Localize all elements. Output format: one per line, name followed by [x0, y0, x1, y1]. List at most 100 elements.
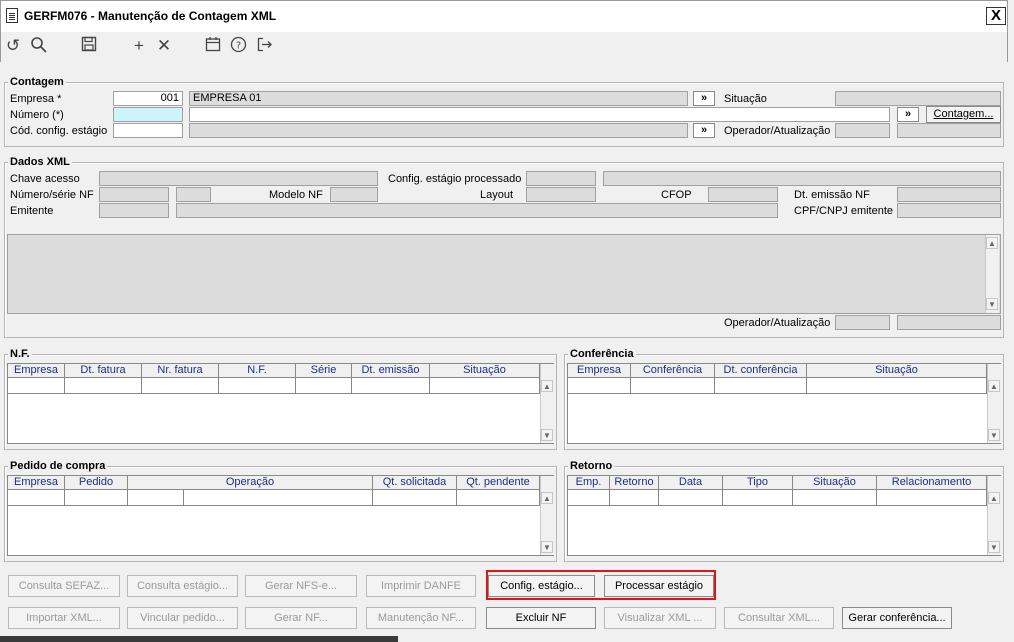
- svg-text:?: ?: [235, 41, 240, 52]
- save-icon[interactable]: [78, 36, 100, 56]
- table-cell[interactable]: [8, 378, 65, 394]
- table-cell[interactable]: [430, 378, 540, 394]
- nf-col-header[interactable]: Dt. emissão: [352, 364, 430, 378]
- cod-config-field[interactable]: [113, 123, 183, 138]
- retorno-grid[interactable]: Emp. Retorno Data Tipo Situação Relacion…: [567, 475, 1001, 556]
- retorno-col-header[interactable]: Emp.: [568, 476, 610, 490]
- importar-xml-button[interactable]: Importar XML...: [8, 607, 120, 629]
- scroll-up-icon[interactable]: ▲: [541, 492, 553, 504]
- table-cell[interactable]: [373, 490, 457, 506]
- table-cell[interactable]: [568, 490, 610, 506]
- pedido-col-header[interactable]: Qt. pendente: [457, 476, 540, 490]
- cod-config-lookup-button[interactable]: »: [693, 123, 715, 138]
- table-cell[interactable]: [184, 490, 373, 506]
- nf-col-header[interactable]: N.F.: [219, 364, 296, 378]
- table-cell[interactable]: [715, 378, 807, 394]
- table-cell[interactable]: [128, 490, 184, 506]
- table-cell[interactable]: [631, 378, 715, 394]
- table-cell[interactable]: [296, 378, 352, 394]
- table-cell[interactable]: [568, 378, 631, 394]
- search-icon[interactable]: [28, 36, 50, 56]
- retorno-col-header[interactable]: Tipo: [723, 476, 793, 490]
- manutencao-nf-button[interactable]: Manutenção NF...: [366, 607, 476, 629]
- processar-estagio-button[interactable]: Processar estágio: [604, 575, 714, 597]
- pedido-grid[interactable]: Empresa Pedido Operação Qt. solicitada Q…: [7, 475, 554, 556]
- nf-col-header[interactable]: Situação: [430, 364, 540, 378]
- scroll-down-icon[interactable]: ▼: [988, 541, 1000, 553]
- nf-col-header[interactable]: Empresa: [8, 364, 65, 378]
- scroll-down-icon[interactable]: ▼: [986, 298, 998, 310]
- emitente-code-field: [99, 203, 169, 218]
- table-cell[interactable]: [610, 490, 659, 506]
- scroll-up-icon[interactable]: ▲: [986, 237, 998, 249]
- pedido-col-header[interactable]: Pedido: [65, 476, 128, 490]
- numero-lookup-button[interactable]: »: [897, 107, 919, 122]
- scroll-down-icon[interactable]: ▼: [988, 429, 1000, 441]
- retorno-col-header[interactable]: Relacionamento: [877, 476, 987, 490]
- nf-col-header[interactable]: Nr. fatura: [142, 364, 219, 378]
- visualizar-xml-button[interactable]: Visualizar XML ...: [604, 607, 716, 629]
- exit-icon[interactable]: [253, 36, 275, 56]
- layout-label: Layout: [480, 189, 514, 201]
- numero-field[interactable]: [113, 107, 183, 122]
- help-icon[interactable]: ?: [227, 36, 249, 56]
- nf-col-header[interactable]: Dt. fatura: [65, 364, 142, 378]
- config-processado-label: Config. estágio processado: [388, 173, 522, 185]
- config-processado-desc-field: [603, 171, 1001, 186]
- vincular-pedido-button[interactable]: Vincular pedido...: [127, 607, 238, 629]
- scroll-up-icon[interactable]: ▲: [988, 380, 1000, 392]
- calendar-icon[interactable]: [202, 36, 224, 56]
- table-cell[interactable]: [457, 490, 540, 506]
- consultar-xml-button[interactable]: Consultar XML...: [724, 607, 834, 629]
- excluir-nf-button[interactable]: Excluir NF: [486, 607, 596, 629]
- conferencia-col-header[interactable]: Situação: [807, 364, 987, 378]
- table-cell[interactable]: [877, 490, 987, 506]
- conferencia-col-header[interactable]: Dt. conferência: [715, 364, 807, 378]
- config-estagio-button[interactable]: Config. estágio...: [488, 575, 595, 597]
- table-cell[interactable]: [807, 378, 987, 394]
- gerar-nfse-button[interactable]: Gerar NFS-e...: [245, 575, 357, 597]
- xml-content-area[interactable]: [7, 234, 1001, 314]
- table-cell[interactable]: [219, 378, 296, 394]
- consulta-sefaz-button[interactable]: Consulta SEFAZ...: [8, 575, 120, 597]
- retorno-col-header[interactable]: Retorno: [610, 476, 659, 490]
- gerar-nf-button[interactable]: Gerar NF...: [245, 607, 357, 629]
- empresa-lookup-button[interactable]: »: [693, 91, 715, 106]
- scroll-up-icon[interactable]: ▲: [541, 380, 553, 392]
- dados-xml-legend: Dados XML: [8, 156, 72, 168]
- pedido-col-header[interactable]: Qt. solicitada: [373, 476, 457, 490]
- pedido-col-header[interactable]: Operação: [128, 476, 373, 490]
- scroll-down-icon[interactable]: ▼: [541, 429, 553, 441]
- contagem-button[interactable]: Contagem...: [926, 106, 1001, 123]
- nf-grid[interactable]: Empresa Dt. fatura Nr. fatura N.F. Série…: [7, 363, 554, 444]
- imprimir-danfe-button[interactable]: Imprimir DANFE: [366, 575, 476, 597]
- conferencia-col-header[interactable]: Empresa: [568, 364, 631, 378]
- table-cell[interactable]: [352, 378, 430, 394]
- close-button[interactable]: X: [986, 7, 1006, 25]
- table-cell[interactable]: [723, 490, 793, 506]
- table-cell[interactable]: [65, 378, 142, 394]
- delete-icon[interactable]: ✕: [153, 36, 175, 56]
- refresh-icon[interactable]: ↺: [2, 36, 24, 56]
- conferencia-col-header[interactable]: Conferência: [631, 364, 715, 378]
- table-cell[interactable]: [8, 490, 65, 506]
- cfop-field: [708, 187, 778, 202]
- table-cell[interactable]: [659, 490, 723, 506]
- pedido-col-header[interactable]: Empresa: [8, 476, 65, 490]
- retorno-col-header[interactable]: Situação: [793, 476, 877, 490]
- empresa-code-field[interactable]: 001: [113, 91, 183, 106]
- scroll-up-icon[interactable]: ▲: [988, 492, 1000, 504]
- numero-desc-field[interactable]: [189, 107, 890, 122]
- scroll-down-icon[interactable]: ▼: [541, 541, 553, 553]
- consulta-estagio-button[interactable]: Consulta estágio...: [127, 575, 238, 597]
- atualizacao-field: [897, 123, 1001, 138]
- nf-col-header[interactable]: Série: [296, 364, 352, 378]
- table-cell[interactable]: [793, 490, 877, 506]
- table-cell[interactable]: [65, 490, 128, 506]
- conferencia-grid[interactable]: Empresa Conferência Dt. conferência Situ…: [567, 363, 1001, 444]
- table-cell[interactable]: [142, 378, 219, 394]
- empresa-label: Empresa *: [10, 93, 62, 105]
- retorno-col-header[interactable]: Data: [659, 476, 723, 490]
- add-icon[interactable]: +: [128, 36, 150, 56]
- gerar-conferencia-button[interactable]: Gerar conferência...: [842, 607, 952, 629]
